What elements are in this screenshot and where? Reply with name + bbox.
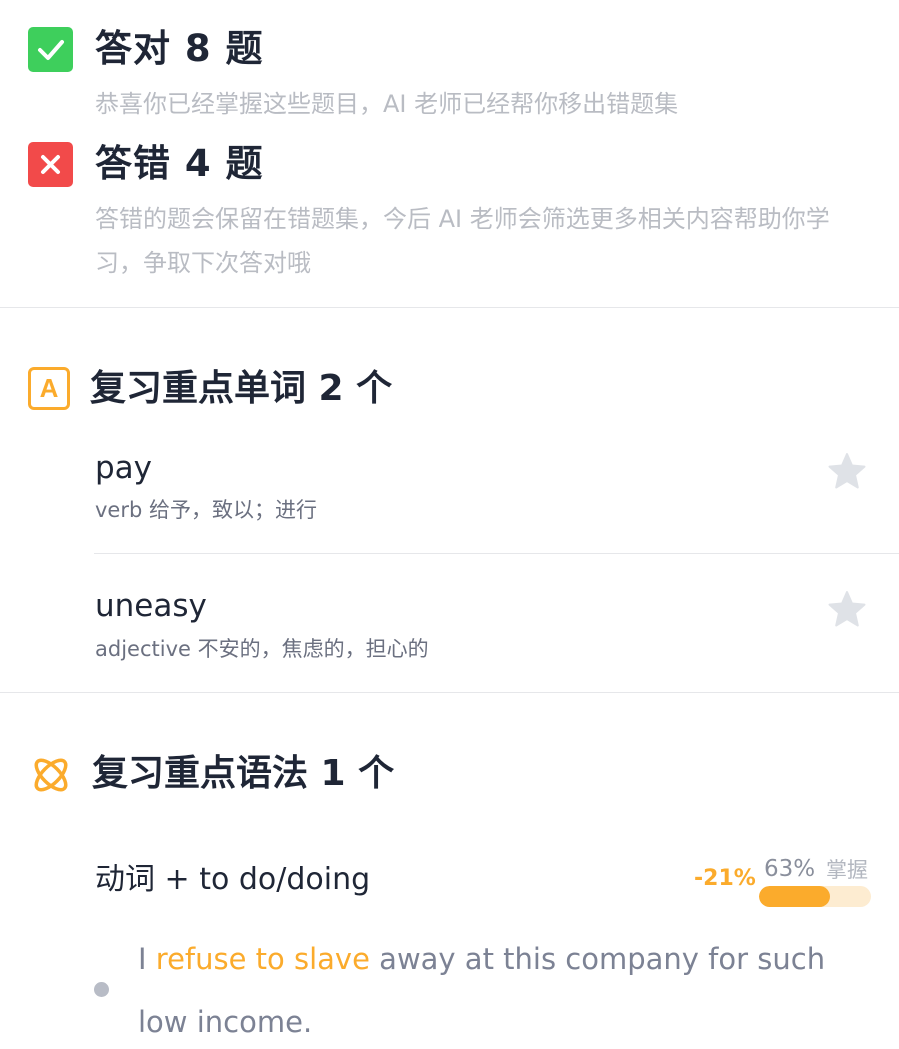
section-divider [0,307,899,308]
wrong-description: 答错的题会保留在错题集，今后 AI 老师会筛选更多相关内容帮助你学习，争取下次答… [95,205,830,277]
section-divider [0,692,899,693]
mastery-percent: 63% [764,856,816,882]
mastery-label: 掌握 [826,858,868,882]
mastery-change: -21% [694,866,756,891]
star-icon[interactable] [827,451,867,491]
word-divider [94,553,899,554]
wrong-count-title: 答错 4 题 [95,142,264,185]
example-text-before: I [138,942,156,976]
word-item-pay[interactable]: pay [95,448,152,488]
grammar-icon [28,752,74,798]
star-icon[interactable] [827,589,867,629]
mastery-progress-fill [759,886,830,907]
vocabulary-icon: A [28,367,70,410]
correct-description: 恭喜你已经掌握这些题目，AI 老师已经帮你移出错题集 [95,90,679,118]
grammar-item-name[interactable]: 动词 + to do/doing [95,859,370,901]
word-item-uneasy[interactable]: uneasy [95,586,207,626]
correct-count-title: 答对 8 题 [95,27,264,70]
word-definition: adjective 不安的，焦虑的，担心的 [95,637,429,661]
review-words-title: 复习重点单词 2 个 [90,368,393,409]
review-grammar-title: 复习重点语法 1 个 [92,753,395,794]
word-definition: verb 给予，致以；进行 [95,498,317,522]
example-bullet [94,982,109,997]
correct-check-icon [28,27,73,72]
example-highlight: refuse to slave [155,942,370,976]
mastery-progress-bar [759,886,871,907]
wrong-close-icon [28,142,73,187]
example-sentence: I refuse to slave away at this company f… [138,928,878,1049]
